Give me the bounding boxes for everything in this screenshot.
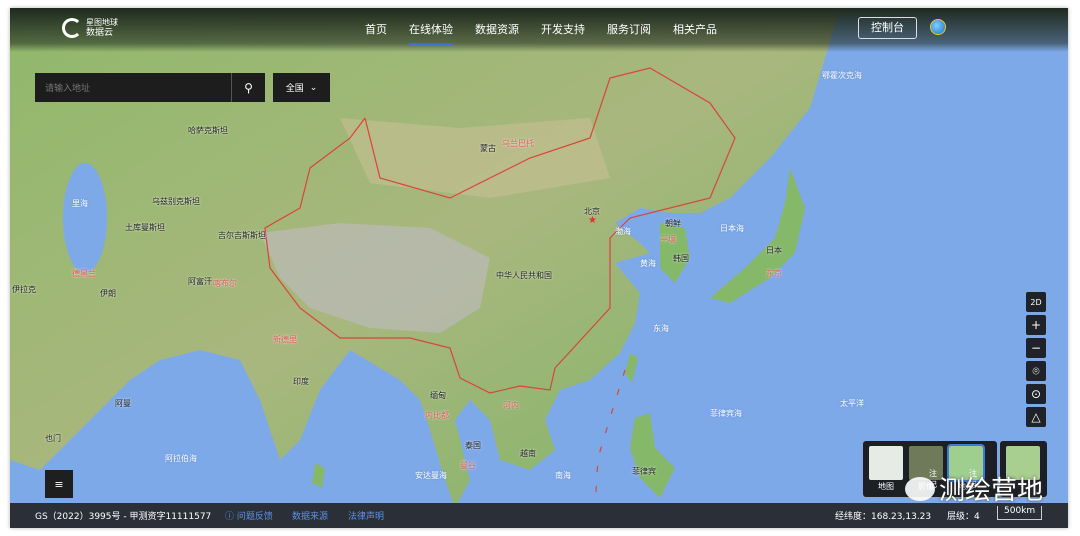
logo-line2: 数据云	[86, 28, 114, 38]
status-bar: GS（2022）3995号 - 甲测资字11111577 ⓘ 问题反馈 数据来源…	[10, 503, 1068, 528]
logo-icon	[62, 18, 82, 38]
map-label: 东京	[766, 269, 782, 278]
map-label: 土库曼斯坦	[125, 223, 165, 232]
legal-link[interactable]: 法律声明	[348, 509, 384, 522]
map-label: 阿拉伯海	[165, 454, 197, 463]
nav-home[interactable]: 首页	[365, 21, 387, 45]
nav-products[interactable]: 相关产品	[673, 21, 717, 45]
feedback-label: 问题反馈	[236, 512, 273, 522]
license-text: GS（2022）3995号 - 甲测资字11111577	[35, 512, 212, 522]
map-label: 菲律宾	[632, 467, 656, 476]
map-label: 德黑兰	[72, 269, 96, 278]
map-label: 南海	[555, 471, 571, 480]
philippines	[630, 413, 675, 498]
map-label: 蒙古	[480, 144, 496, 153]
logo[interactable]: 星图地球 数据云	[62, 18, 118, 38]
map-label: 中华人民共和国	[496, 271, 552, 280]
map-label: 里海	[72, 199, 88, 208]
data-source-link[interactable]: 数据来源	[292, 509, 328, 522]
nav-dev-support[interactable]: 开发支持	[541, 21, 585, 45]
map-label: 菲律宾海	[710, 409, 742, 418]
2d-3d-toggle-button[interactable]: 2D	[1026, 292, 1046, 312]
map-label: 乌兰巴托	[502, 139, 534, 148]
legend-toggle-button[interactable]: ≡	[45, 470, 73, 498]
coords-value: 168.23,13.23	[871, 512, 932, 522]
map-label: 也门	[45, 434, 61, 443]
search-box: ⚲	[35, 73, 265, 102]
capital-star-icon: ★	[588, 215, 597, 226]
main-nav: 首页 在线体验 数据资源 开发支持 服务订阅 相关产品	[365, 21, 717, 45]
console-button[interactable]: 控制台	[858, 17, 917, 39]
map-label: 哈萨克斯坦	[188, 126, 228, 135]
scale-bar: 500km	[997, 506, 1043, 520]
nav-data-resources[interactable]: 数据资源	[475, 21, 519, 45]
chevron-down-icon: ⌄	[309, 82, 318, 93]
map-label: 太平洋	[840, 399, 864, 408]
map-label: 泰国	[465, 441, 481, 450]
search-icon: ⚲	[244, 80, 253, 95]
taiwan	[625, 353, 638, 383]
map-label: 越南	[520, 449, 536, 458]
pin-icon: ⌾	[1032, 363, 1040, 378]
caspian-sea	[63, 163, 107, 273]
map-label: 阿曼	[115, 399, 131, 408]
target-icon: ⊙	[1030, 387, 1042, 401]
wechat-icon	[905, 476, 935, 501]
map-label: 伊朗	[100, 289, 116, 298]
measure-icon: △	[1031, 410, 1041, 424]
map-label: 东海	[653, 324, 669, 333]
zoom-in-button[interactable]: +	[1026, 315, 1046, 335]
map-viewport[interactable]: 哈萨克斯坦 乌兹别克斯坦 土库曼斯坦 吉尔吉斯斯坦 阿富汗 喀布尔 德黑兰 伊朗…	[10, 8, 1068, 528]
region-select[interactable]: 全国 ⌄	[273, 73, 330, 102]
map-label: 鄂霍次克海	[822, 71, 862, 80]
map-label: 日本	[766, 246, 782, 255]
feedback-link[interactable]: ⓘ 问题反馈	[225, 509, 273, 522]
search-button[interactable]: ⚲	[231, 73, 265, 102]
watermark-text: 测绘营地	[939, 476, 1044, 506]
nine-dash-line	[594, 369, 626, 509]
layer-map[interactable]: 地图	[869, 446, 903, 491]
location-pin-button[interactable]: ⌾	[1026, 361, 1046, 381]
map-label: 喀布尔	[213, 279, 237, 288]
locate-me-button[interactable]: ⊙	[1026, 384, 1046, 404]
map-label: 缅甸	[430, 391, 446, 400]
map-label: 日本海	[720, 224, 744, 233]
level-value: 4	[974, 512, 980, 522]
zoom-out-button[interactable]: −	[1026, 338, 1046, 358]
level-label: 层级：	[947, 512, 975, 522]
map-label: 曼谷	[460, 461, 476, 470]
user-avatar-globe-icon[interactable]	[930, 19, 946, 35]
measure-button[interactable]: △	[1026, 407, 1046, 427]
map-label: 平壤	[660, 235, 676, 244]
map-label: 新德里	[273, 335, 297, 344]
map-label: 阿富汗	[188, 277, 212, 286]
map-label: 渤海	[615, 227, 631, 236]
map-label: 内比都	[425, 411, 449, 420]
coords-label: 经纬度：	[835, 512, 872, 522]
layer-label: 地图	[878, 482, 894, 491]
region-value: 全国	[285, 84, 304, 94]
map-label: 印度	[293, 377, 309, 386]
watermark: 测绘营地	[905, 470, 1043, 507]
map-toolbar: 2D + − ⌾ ⊙ △	[1026, 292, 1046, 427]
logo-line1: 星图地球	[86, 18, 118, 27]
top-nav-bar: 星图地球 数据云 首页 在线体验 数据资源 开发支持 服务订阅 相关产品 控制台	[10, 8, 1068, 52]
sri-lanka	[312, 463, 325, 488]
map-label: 安达曼海	[415, 471, 447, 480]
map-label: 朝鲜	[665, 219, 681, 228]
map-label: 韩国	[673, 254, 689, 263]
map-label: 吉尔吉斯斯坦	[218, 231, 266, 240]
list-icon: ≡	[54, 477, 64, 491]
map-label: 伊拉克	[12, 285, 36, 294]
map-label: 乌兹别克斯坦	[152, 197, 200, 206]
map-label: 河内	[503, 401, 519, 410]
map-label: 黄海	[640, 259, 656, 268]
address-search-input[interactable]	[35, 82, 231, 93]
nav-online-experience[interactable]: 在线体验	[409, 21, 453, 45]
nav-subscription[interactable]: 服务订阅	[607, 21, 651, 45]
